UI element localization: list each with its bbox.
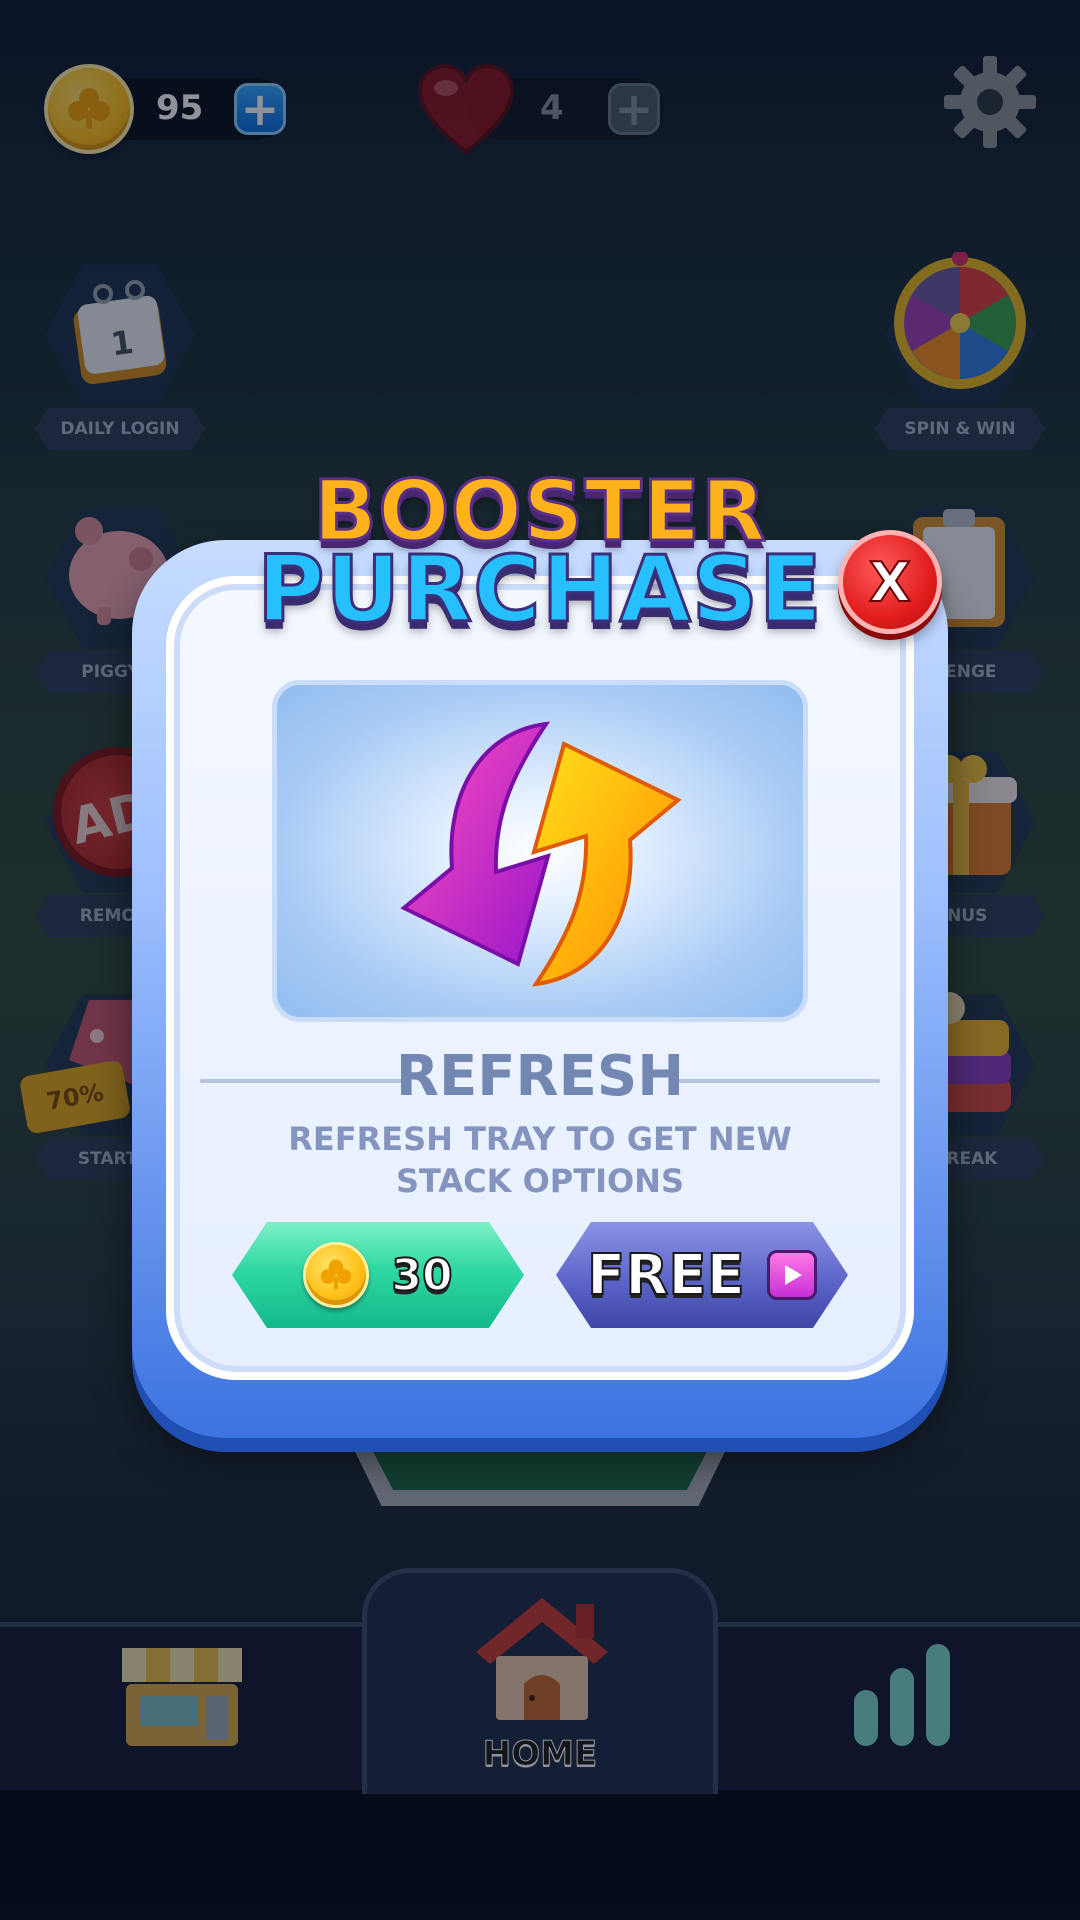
free-label: FREE (586, 1242, 746, 1309)
watch-ad-free-button[interactable]: FREE (556, 1222, 848, 1328)
divider-left (200, 1079, 404, 1083)
booster-name: REFRESH (395, 1044, 685, 1109)
price-label: 30 (390, 1249, 453, 1302)
divider-right (674, 1079, 880, 1083)
booster-description: REFRESH TRAY TO GET NEW STACK OPTIONS (288, 1120, 792, 1200)
modal-title-purchase: PURCHASE (256, 535, 824, 645)
close-label: X (868, 550, 912, 615)
buy-with-coins-button[interactable]: 30 (232, 1222, 524, 1328)
coin-icon (303, 1242, 370, 1308)
close-button[interactable]: X (838, 530, 942, 634)
refresh-arrows-icon (396, 718, 686, 990)
video-play-icon (766, 1250, 817, 1300)
